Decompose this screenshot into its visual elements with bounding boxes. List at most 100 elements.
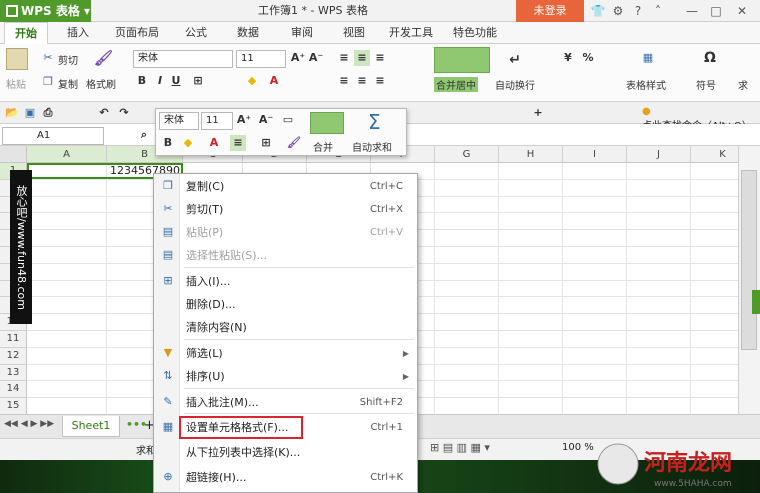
paste-button[interactable]: 粘贴 <box>6 76 26 91</box>
menu-item-12[interactable]: ⊕ 超链接(H)... Ctrl+K <box>154 466 417 489</box>
tab-view[interactable]: 视图 <box>334 22 374 44</box>
column-header-g[interactable]: G <box>435 146 499 163</box>
mini-bold-icon[interactable]: B <box>160 135 176 151</box>
minimize-icon[interactable]: — <box>684 3 700 19</box>
tab-review[interactable]: 审阅 <box>282 22 322 44</box>
ribbon-toggle-icon[interactable]: ˄ <box>650 3 666 19</box>
menu-item-label: 选择性粘贴(S)... <box>186 249 268 262</box>
redo-icon[interactable]: ↷ <box>116 105 132 121</box>
sheet-nav-arrows[interactable]: ◀◀ ◀ ▶ ▶▶ <box>4 419 54 429</box>
tab-special[interactable]: 特色功能 <box>448 22 502 44</box>
column-header-i[interactable]: I <box>563 146 627 163</box>
mini-clear-icon[interactable]: ▭ <box>280 112 296 128</box>
format-painter-button[interactable]: 格式刷 <box>86 76 116 91</box>
name-box[interactable]: A1 <box>2 127 104 145</box>
align-center-icon[interactable]: ≡ <box>354 73 370 89</box>
font-color-icon[interactable]: A <box>266 73 282 89</box>
menu-item-1[interactable]: ✂ 剪切(T) Ctrl+X <box>154 198 417 221</box>
wrap-text-button[interactable]: 自动换行 <box>495 77 535 92</box>
percent-icon[interactable]: % <box>580 50 596 66</box>
tab-home[interactable]: 开始 <box>4 22 48 44</box>
tab-developer[interactable]: 开发工具 <box>384 22 438 44</box>
tab-data[interactable]: 数据 <box>228 22 268 44</box>
align-bottom-icon[interactable]: ≡ <box>372 50 388 66</box>
mini-autosum-button[interactable]: 自动求和 <box>352 139 392 154</box>
copy-button[interactable]: 复制 <box>58 76 78 91</box>
font-name-select[interactable]: 宋体 <box>133 50 233 68</box>
italic-icon[interactable]: I <box>152 73 168 89</box>
grid-vline <box>106 163 107 414</box>
mini-border-icon[interactable]: ⊞ <box>258 135 274 151</box>
merge-center-button[interactable]: 合并居中 <box>434 77 478 92</box>
row-header-15[interactable]: 15 <box>0 398 27 415</box>
shirt-icon[interactable]: 👕 <box>590 3 606 19</box>
align-middle-icon[interactable]: ≡ <box>354 50 370 66</box>
menu-item-6[interactable]: 清除内容(N) <box>154 316 417 339</box>
row-header-14[interactable]: 14 <box>0 381 27 399</box>
mini-merge-icon[interactable] <box>310 112 344 134</box>
scroll-thumb[interactable] <box>741 170 757 350</box>
row-header-11[interactable]: 11 <box>0 331 27 348</box>
mini-merge-button[interactable]: 合并 <box>313 139 333 154</box>
menu-item-8[interactable]: ⇅ 排序(U) ▶ <box>154 365 417 388</box>
menu-item-9[interactable]: ✎ 插入批注(M)... Shift+F2 <box>154 391 417 414</box>
merge-center-icon[interactable] <box>434 47 490 73</box>
underline-icon[interactable]: U <box>168 73 184 89</box>
row-header-12[interactable]: 12 <box>0 347 27 365</box>
fill-color-icon[interactable]: ◆ <box>244 73 260 89</box>
table-style-button[interactable]: 表格样式 <box>626 77 666 92</box>
sum-button[interactable]: 求 <box>738 77 748 92</box>
login-button[interactable]: 未登录 <box>516 0 584 22</box>
open-icon[interactable]: 📂 <box>4 105 20 121</box>
font-shrink-icon[interactable]: A⁻ <box>308 50 324 66</box>
mini-font-select[interactable]: 宋体 <box>159 112 199 130</box>
bold-icon[interactable]: B <box>134 73 150 89</box>
tab-insert[interactable]: 插入 <box>58 22 98 44</box>
mini-font-shrink-icon[interactable]: A⁻ <box>258 112 274 128</box>
symbol-button[interactable]: 符号 <box>696 77 716 92</box>
maximize-icon[interactable]: □ <box>708 3 724 19</box>
save-icon[interactable]: ▣ <box>22 105 38 121</box>
view-mode-icons[interactable]: ⊞ ▤ ▥ ▦ ▾ <box>430 441 490 454</box>
side-panel-toggle[interactable] <box>752 290 760 314</box>
mini-format-painter-icon[interactable]: 🖌 <box>286 135 302 151</box>
mini-size-select[interactable]: 11 <box>201 112 233 130</box>
currency-icon[interactable]: ¥ <box>560 50 576 66</box>
mini-align-center-icon[interactable]: ≡ <box>230 135 246 151</box>
help-icon[interactable]: ? <box>630 3 646 19</box>
column-header-a[interactable]: A <box>27 146 107 163</box>
font-grow-icon[interactable]: A⁺ <box>290 50 306 66</box>
menu-item-0[interactable]: ❐ 复制(C) Ctrl+C <box>154 175 417 198</box>
menu-item-11[interactable]: 从下拉列表中选择(K)... <box>154 441 417 464</box>
new-tab-icon[interactable]: + <box>530 105 546 121</box>
mini-fill-color-icon[interactable]: ◆ <box>180 135 196 151</box>
align-left-icon[interactable]: ≡ <box>336 73 352 89</box>
app-menu-button[interactable]: WPS 表格 ▾ <box>0 0 91 22</box>
tab-formulas[interactable]: 公式 <box>176 22 216 44</box>
menu-item-4[interactable]: ⊞ 插入(I)... <box>154 270 417 293</box>
sheet-tab-sheet1[interactable]: Sheet1 <box>62 416 120 437</box>
font-size-select[interactable]: 11 <box>236 50 286 68</box>
align-top-icon[interactable]: ≡ <box>336 50 352 66</box>
gear-icon[interactable]: ⚙ <box>610 3 626 19</box>
paste-icon[interactable] <box>6 48 28 70</box>
row-header-13[interactable]: 13 <box>0 364 27 382</box>
tab-page-layout[interactable]: 页面布局 <box>110 22 164 44</box>
border-icon[interactable]: ⊞ <box>190 73 206 89</box>
align-right-icon[interactable]: ≡ <box>372 73 388 89</box>
menu-item-shortcut: Ctrl+X <box>369 204 403 215</box>
zoom-level[interactable]: 100 % <box>562 442 594 453</box>
close-icon[interactable]: ✕ <box>734 3 750 19</box>
menu-item-5[interactable]: 删除(D)... <box>154 293 417 316</box>
zoom-search-icon[interactable]: ⌕ <box>136 127 152 143</box>
scissors-icon: ✂ <box>163 202 173 215</box>
mini-font-color-icon[interactable]: A <box>206 135 222 151</box>
cut-button[interactable]: 剪切 <box>58 52 78 67</box>
mini-font-grow-icon[interactable]: A⁺ <box>236 112 252 128</box>
select-all-corner[interactable] <box>0 146 27 163</box>
print-icon[interactable]: ⎙ <box>40 105 56 121</box>
column-header-j[interactable]: J <box>627 146 691 163</box>
column-header-h[interactable]: H <box>499 146 563 163</box>
menu-item-7[interactable]: ▼ 筛选(L) ▶ <box>154 342 417 365</box>
undo-icon[interactable]: ↶ <box>96 105 112 121</box>
